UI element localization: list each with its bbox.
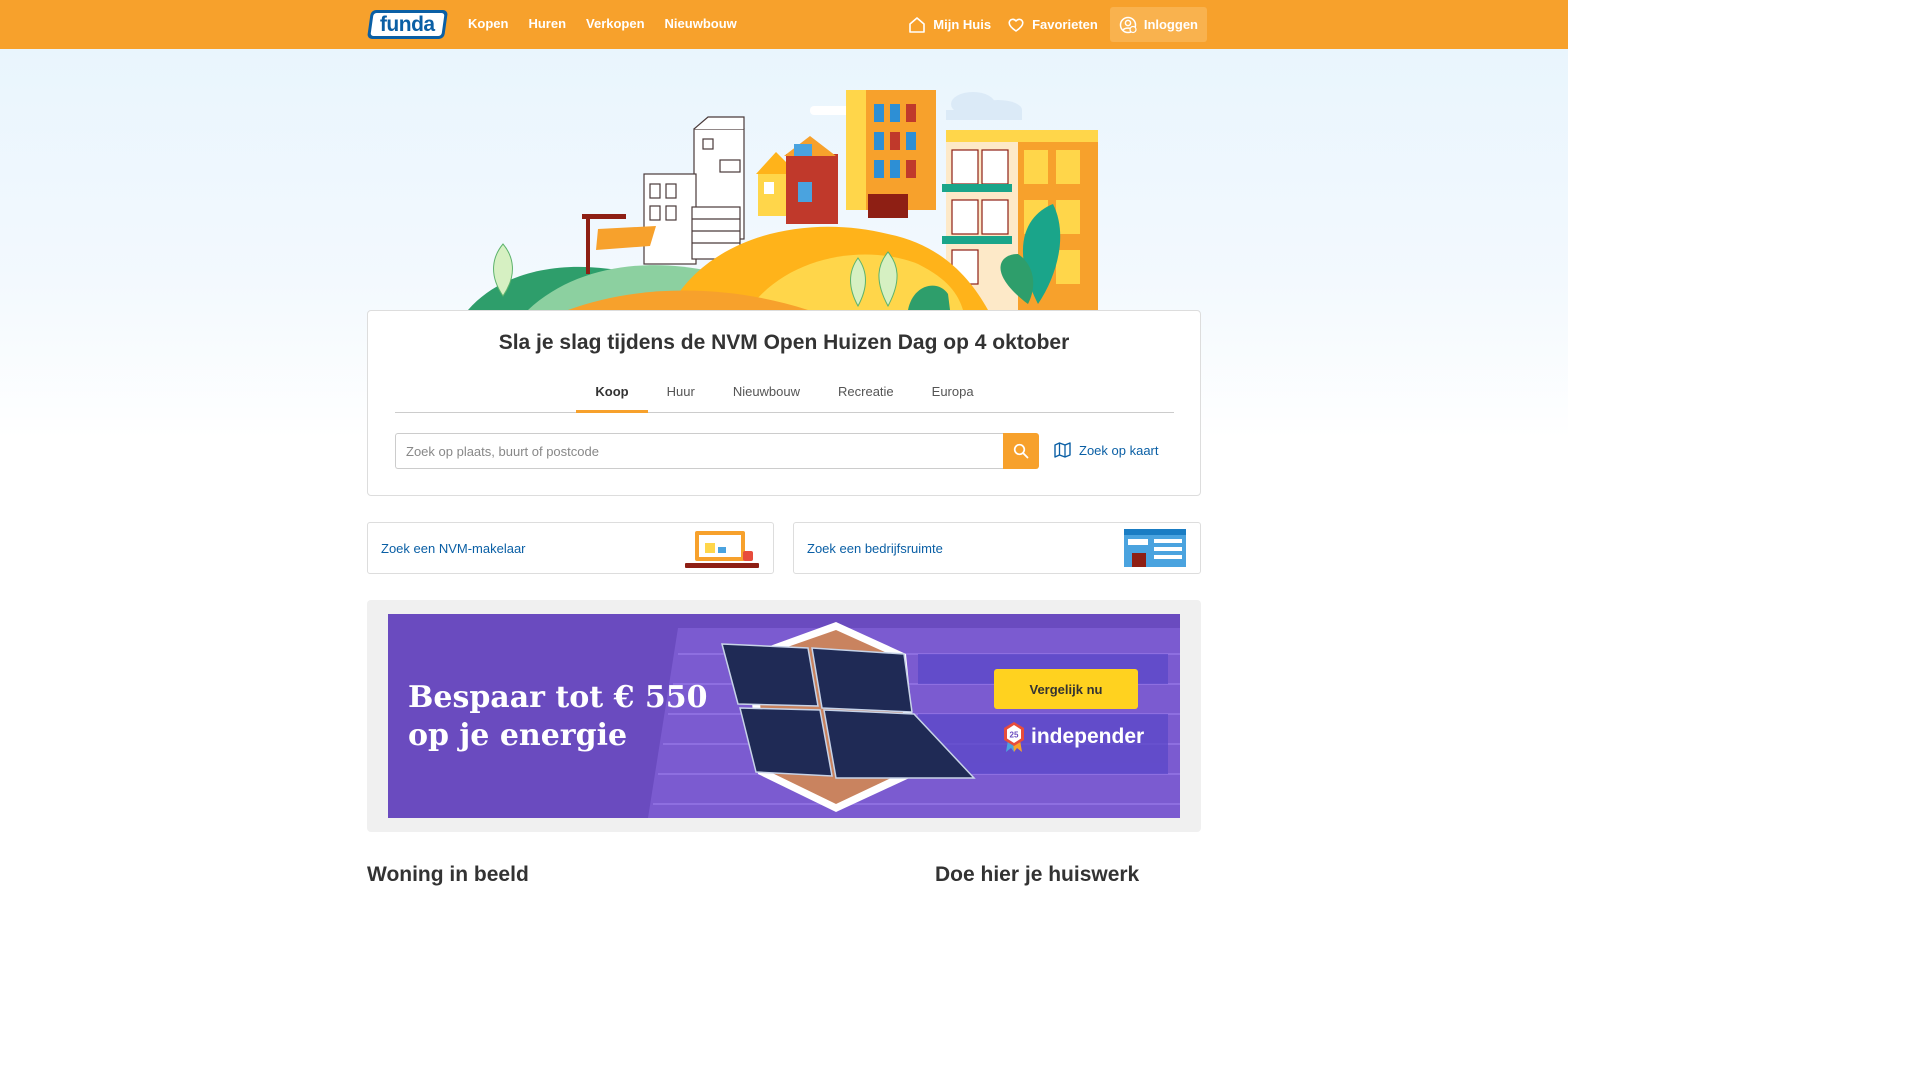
independer-logo: 25 independer xyxy=(1002,722,1144,752)
independer-brand-text: independer xyxy=(1031,725,1145,748)
tab-nieuwbouw[interactable]: Nieuwbouw xyxy=(714,375,819,413)
city-illustration xyxy=(468,90,1098,310)
bedrijfsruimte-label: Zoek een bedrijfsruimte xyxy=(807,541,943,556)
nav-link-nieuwbouw[interactable]: Nieuwbouw xyxy=(665,16,737,31)
woning-in-beeld-heading: Woning in beeld xyxy=(367,863,529,886)
tab-huur[interactable]: Huur xyxy=(648,375,714,413)
vergelijk-nu-button[interactable]: Vergelijk nu xyxy=(994,669,1138,709)
zoek-op-kaart-link[interactable]: Zoek op kaart xyxy=(1054,442,1159,458)
search-input[interactable] xyxy=(395,433,1004,469)
nav-link-kopen[interactable]: Kopen xyxy=(468,16,508,31)
search-button[interactable] xyxy=(1003,433,1039,469)
laptop-illustration xyxy=(685,531,759,568)
mijn-huis-label: Mijn Huis xyxy=(933,17,992,32)
tab-europa[interactable]: Europa xyxy=(913,375,993,413)
search-icon xyxy=(1013,443,1029,459)
nav-link-verkopen[interactable]: Verkopen xyxy=(586,16,645,31)
map-icon xyxy=(1054,442,1071,458)
anniversary-badge-icon: 25 xyxy=(1004,722,1024,752)
top-navigation-bar: funda Kopen Huren Verkopen Nieuwbouw Mij… xyxy=(0,0,1568,49)
ad-headline: Bespaar tot € 550 op je energie xyxy=(408,679,708,755)
independer-ad-banner[interactable]: Bespaar tot € 550 op je energie Vergelij… xyxy=(388,614,1180,818)
search-card: Sla je slag tijdens de NVM Open Huizen D… xyxy=(367,310,1201,496)
inloggen-button[interactable]: Inloggen xyxy=(1109,7,1207,42)
office-building-illustration xyxy=(1124,529,1186,567)
ad-headline-line2: op je energie xyxy=(408,718,628,753)
user-icon xyxy=(1119,16,1137,33)
user-nav: Mijn Huis Favorieten Inloggen xyxy=(900,7,1207,42)
inloggen-label: Inloggen xyxy=(1143,17,1198,32)
bedrijfsruimte-card[interactable]: Zoek een bedrijfsruimte xyxy=(793,522,1201,574)
funda-logo[interactable]: funda xyxy=(366,10,449,39)
huiswerk-heading: Doe hier je huiswerk xyxy=(935,863,1140,886)
zoek-op-kaart-label: Zoek op kaart xyxy=(1079,442,1159,458)
tab-recreatie[interactable]: Recreatie xyxy=(819,375,913,413)
favorieten-link[interactable]: Favorieten xyxy=(999,7,1106,42)
heart-icon xyxy=(1008,18,1024,32)
nav-link-huren[interactable]: Huren xyxy=(528,16,566,31)
nvm-makelaar-card[interactable]: Zoek een NVM-makelaar xyxy=(367,522,774,574)
search-title: Sla je slag tijdens de NVM Open Huizen D… xyxy=(498,331,1070,354)
badge-number: 25 xyxy=(1010,731,1019,740)
ad-headline-line1: Bespaar tot € 550 xyxy=(408,680,708,715)
main-nav: Kopen Huren Verkopen Nieuwbouw xyxy=(468,16,757,31)
favorieten-label: Favorieten xyxy=(1032,17,1098,32)
advertisement-container: Bespaar tot € 550 op je energie Vergelij… xyxy=(367,600,1201,832)
nvm-makelaar-label: Zoek een NVM-makelaar xyxy=(381,541,526,556)
tab-koop[interactable]: Koop xyxy=(576,375,648,413)
mijn-huis-link[interactable]: Mijn Huis xyxy=(900,7,999,42)
house-icon xyxy=(909,16,926,33)
search-tabs: Koop Huur Nieuwbouw Recreatie Europa xyxy=(395,375,1174,413)
